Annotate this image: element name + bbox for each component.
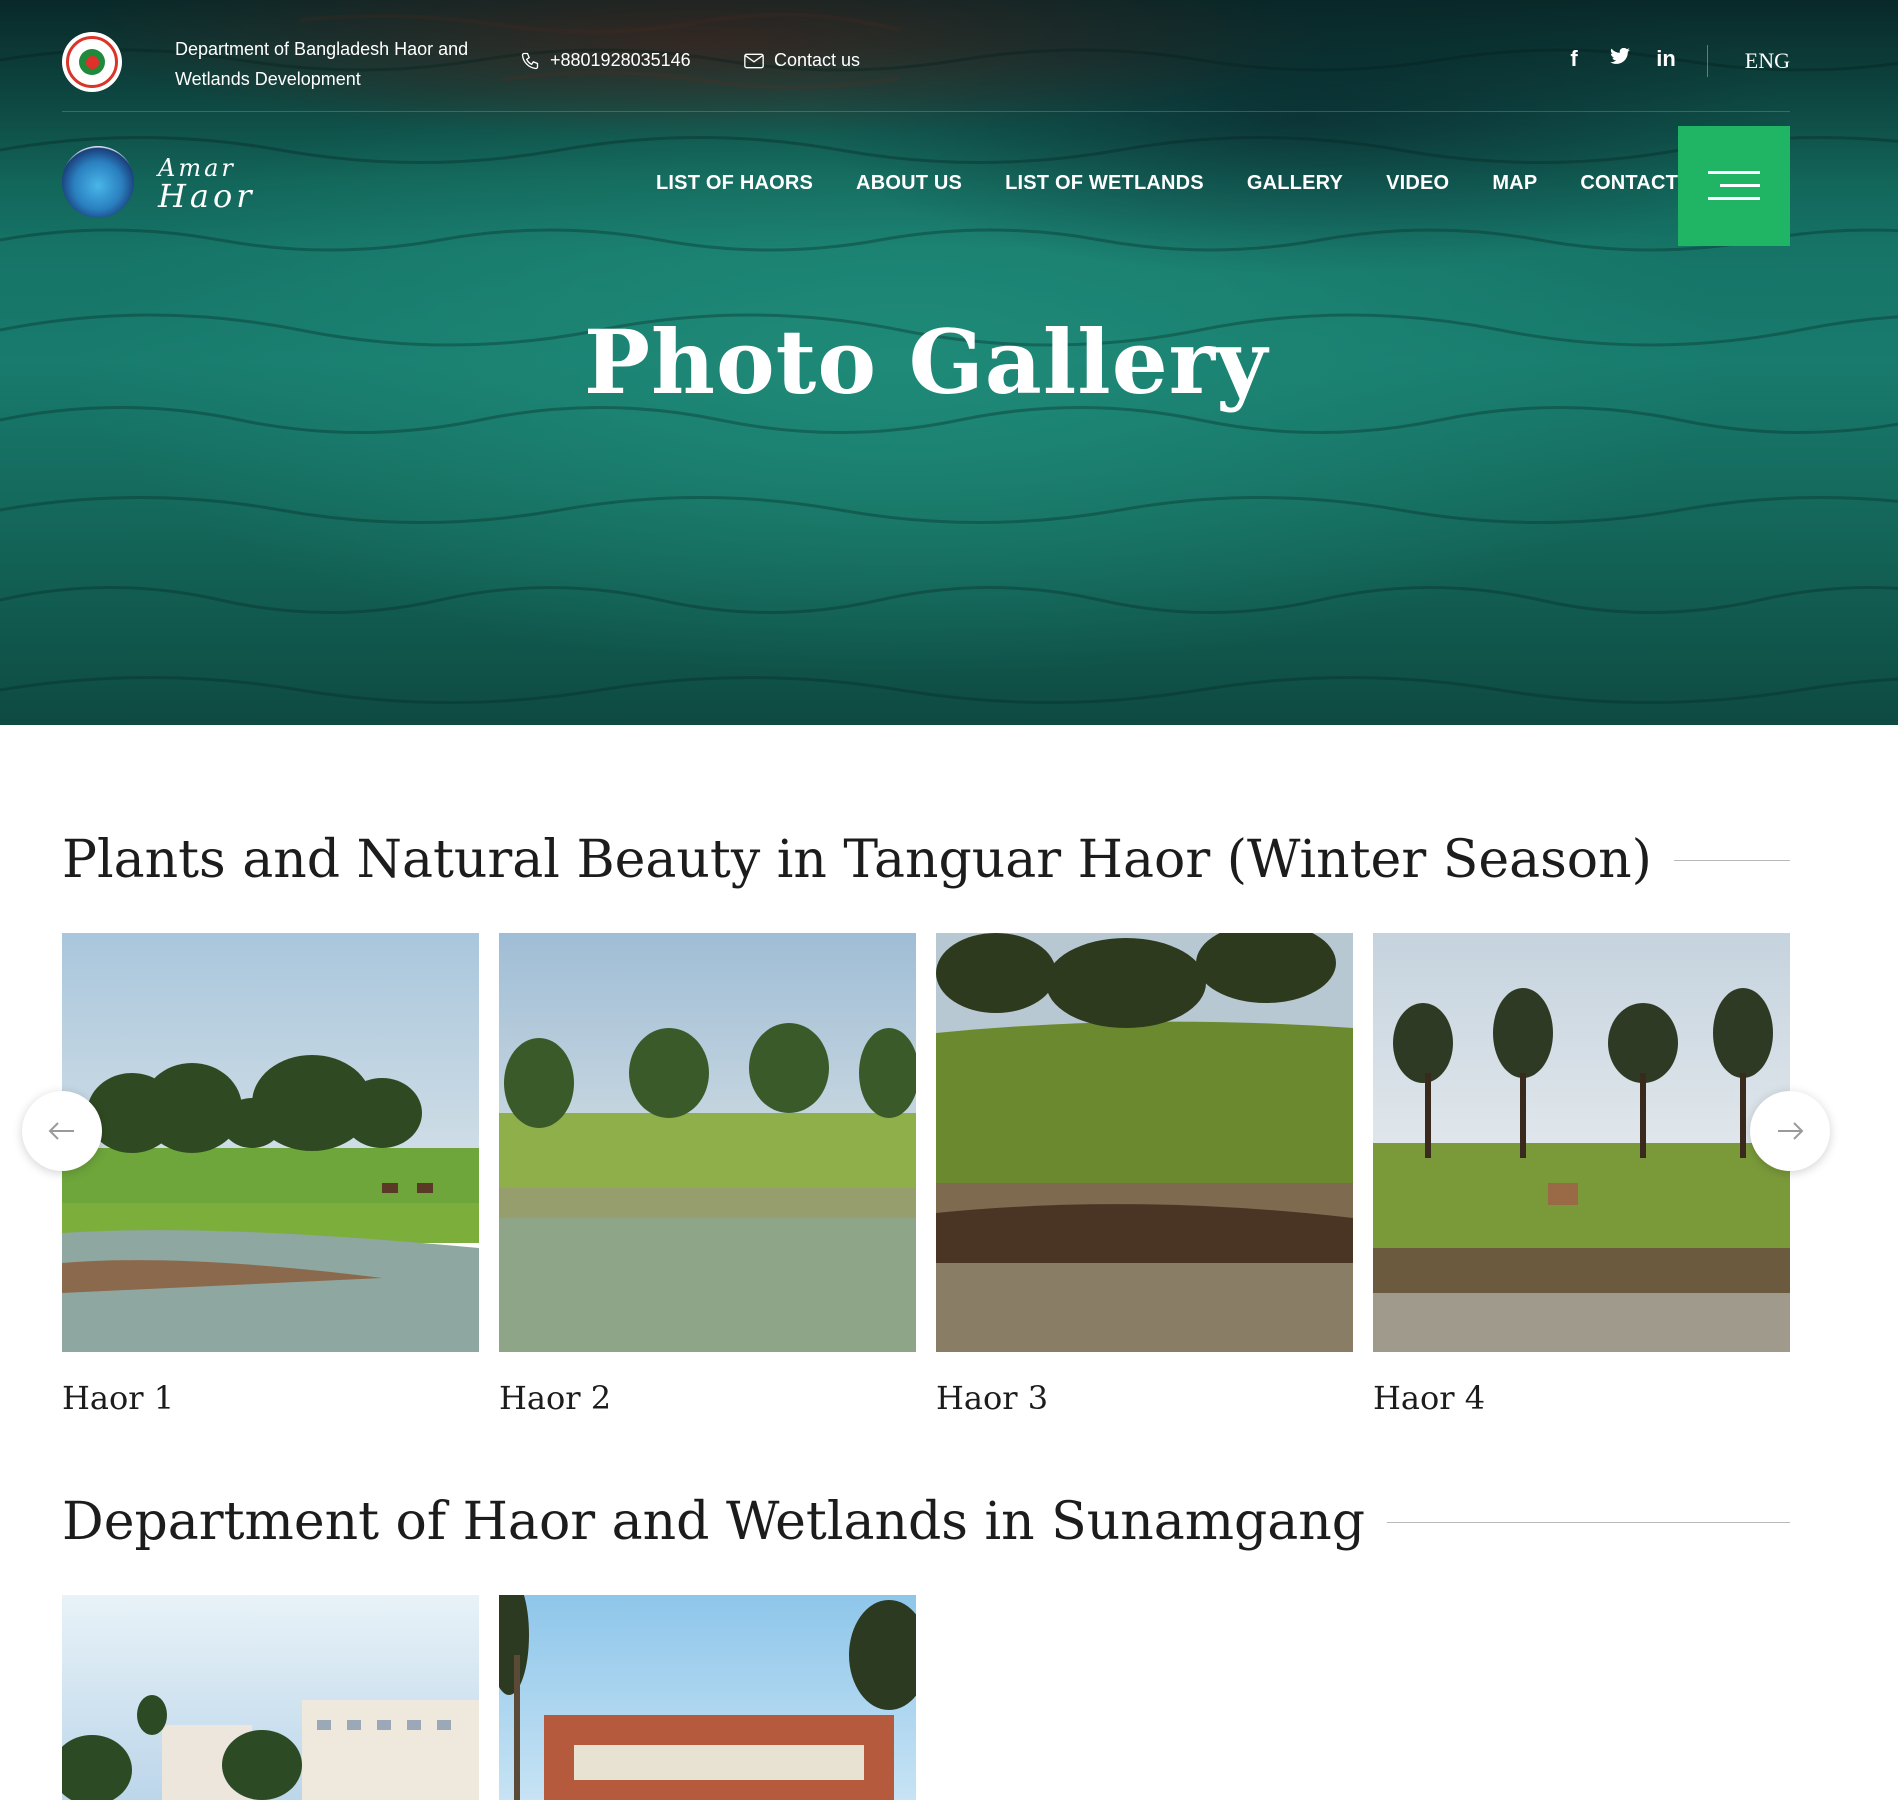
carousel-prev-button[interactable]: [22, 1091, 102, 1171]
photo-caption: Haor 4: [1373, 1379, 1486, 1417]
section-title: Department of Haor and Wetlands in Sunam…: [62, 1492, 1366, 1552]
section-header: Department of Haor and Wetlands in Sunam…: [62, 1492, 1790, 1552]
gallery-photo[interactable]: [499, 933, 916, 1352]
photo-caption: Haor 3: [936, 1379, 1049, 1417]
mail-icon: [744, 53, 764, 68]
page-title: Photo Gallery: [583, 310, 1269, 414]
divider: [1707, 45, 1708, 77]
phone-number: +8801928035146: [550, 50, 691, 70]
section-rule: [1673, 859, 1790, 861]
amar-haor-emblem: [62, 146, 134, 218]
twitter-icon[interactable]: [1608, 46, 1632, 72]
carousel-next-button[interactable]: [1750, 1091, 1830, 1171]
social-links: f in: [1562, 46, 1678, 72]
photo-caption: Haor 2: [499, 1379, 612, 1417]
gallery-photo[interactable]: [62, 1595, 479, 1800]
arrow-left-icon: [48, 1122, 74, 1140]
header-divider: [62, 111, 1790, 112]
gallery-card[interactable]: Haor 1: [62, 933, 479, 1417]
nav-list-of-haors[interactable]: LIST OF HAORS: [656, 172, 813, 195]
gallery-photo[interactable]: [62, 933, 479, 1352]
brand-logo[interactable]: Amar Haor: [62, 146, 282, 222]
gallery-card[interactable]: Haor 3: [936, 933, 1353, 1417]
nav-about-us[interactable]: ABOUT US: [856, 172, 962, 195]
nav-video[interactable]: VIDEO: [1386, 172, 1449, 195]
government-logo[interactable]: [62, 32, 122, 92]
section-title: Plants and Natural Beauty in Tanguar Hao…: [62, 830, 1652, 890]
gallery-card[interactable]: Haor 4: [1373, 933, 1790, 1417]
section-rule: [1387, 1521, 1790, 1523]
nav-gallery[interactable]: GALLERY: [1247, 172, 1343, 195]
hamburger-icon: [1708, 171, 1760, 201]
phone-icon: [521, 52, 539, 69]
contact-label: Contact us: [774, 50, 861, 70]
phone-link[interactable]: +8801928035146: [520, 50, 691, 71]
section-header: Plants and Natural Beauty in Tanguar Hao…: [62, 830, 1790, 890]
photo-caption: Haor 1: [62, 1379, 175, 1417]
nav-list-of-wetlands[interactable]: LIST OF WETLANDS: [1005, 172, 1204, 195]
nav-map[interactable]: MAP: [1492, 172, 1537, 195]
menu-button[interactable]: [1678, 126, 1790, 246]
facebook-icon[interactable]: f: [1562, 46, 1586, 72]
contact-link[interactable]: Contact us: [744, 50, 860, 71]
gallery-photo[interactable]: [936, 933, 1353, 1352]
top-bar: Department of Bangladesh Haor and Wetlan…: [62, 28, 1790, 98]
linkedin-icon[interactable]: in: [1654, 46, 1678, 72]
gallery-photo[interactable]: [1373, 933, 1790, 1352]
main-navigation: LIST OF HAORS ABOUT US LIST OF WETLANDS …: [656, 172, 1712, 195]
brand-name: Amar Haor: [158, 154, 256, 215]
department-name: Department of Bangladesh Haor and Wetlan…: [175, 39, 469, 89]
gallery-card[interactable]: Haor 2: [499, 933, 916, 1417]
gallery-photo[interactable]: [499, 1595, 916, 1800]
language-switch[interactable]: ENG: [1745, 48, 1790, 74]
arrow-right-icon: [1778, 1122, 1804, 1140]
